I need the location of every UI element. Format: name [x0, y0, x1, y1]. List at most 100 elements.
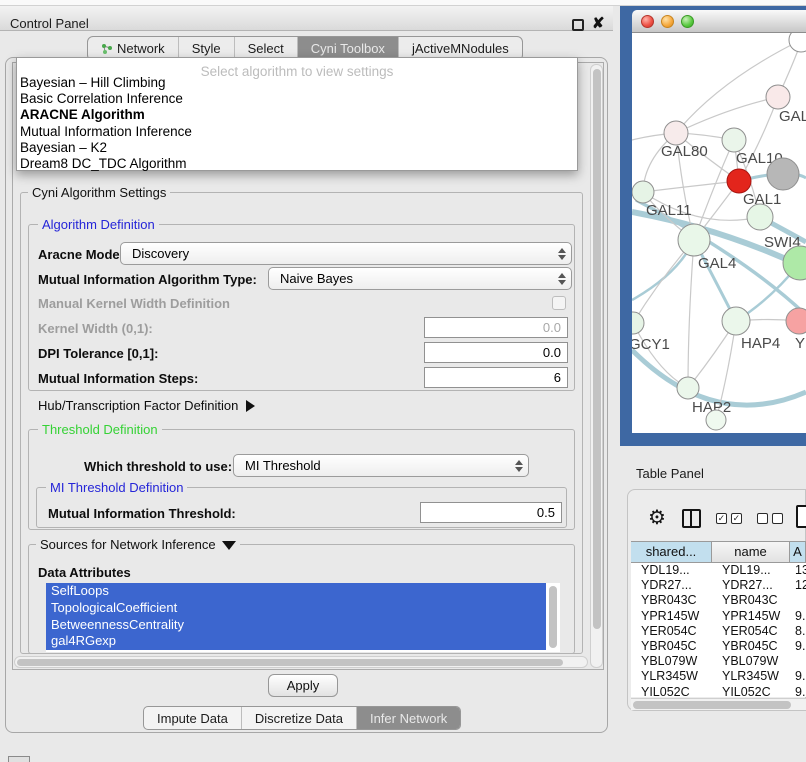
table-row[interactable]: YBL079WYBL079W: [631, 654, 806, 669]
expanded-arrow-icon: [222, 541, 236, 550]
network-edge: [688, 240, 694, 388]
horizontal-scrollbar[interactable]: [14, 656, 588, 668]
network-node[interactable]: [789, 33, 806, 52]
columns-icon[interactable]: [682, 509, 701, 528]
network-node[interactable]: [706, 410, 726, 430]
network-node-gal80[interactable]: [664, 121, 688, 145]
aracne-mode-value: Discovery: [121, 246, 553, 261]
table-cell: YDR27...: [712, 578, 790, 593]
network-node-hap4[interactable]: [722, 307, 750, 335]
table-cell: 8.: [790, 624, 806, 639]
table-cell: YBL079W: [712, 654, 790, 669]
algorithm-option[interactable]: ARACNE Algorithm: [20, 107, 574, 123]
traffic-green-icon[interactable]: [681, 15, 694, 28]
float-icon[interactable]: [572, 19, 584, 31]
traffic-red-icon[interactable]: [641, 15, 654, 28]
which-threshold-label: Which threshold to use:: [84, 459, 232, 474]
table-cell: YDL19...: [631, 563, 712, 578]
table-rows: YDL19...YDL19...13YDR27...YDR27...12YBR0…: [631, 563, 806, 697]
network-node-y[interactable]: [786, 308, 806, 334]
attribute-item[interactable]: BetweennessCentrality: [46, 617, 546, 634]
corner-button[interactable]: [8, 756, 30, 762]
control-panel-titlebar: Control Panel ✘: [0, 6, 613, 31]
kernel-width-input[interactable]: [424, 317, 568, 338]
tab-impute-data[interactable]: Impute Data: [144, 707, 241, 729]
checked-boxes-icon[interactable]: ✓✓: [716, 513, 742, 524]
column-header[interactable]: shared...: [631, 542, 712, 562]
network-node-gcy1[interactable]: [632, 312, 644, 334]
data-attributes-label: Data Attributes: [38, 565, 131, 580]
table-cell: YIL052C: [631, 685, 712, 698]
table-horizontal-scrollbar[interactable]: [631, 698, 806, 710]
cyni-algorithm-settings-label: Cyni Algorithm Settings: [28, 186, 170, 200]
mi-algorithm-type-select[interactable]: Naive Bayes: [268, 267, 572, 290]
network-node-gal[interactable]: [766, 85, 790, 109]
node-label: HAP4: [741, 335, 780, 352]
vertical-scrollbar-thumb[interactable]: [593, 69, 601, 629]
network-node-swi4[interactable]: [747, 204, 773, 230]
network-node-hap2[interactable]: [677, 377, 699, 399]
algorithm-definition-label: Algorithm Definition: [38, 218, 159, 232]
column-header[interactable]: A: [790, 542, 806, 562]
network-graph: GALGAL80GAL10GAL1GAL11SWI4GAL4GCY1HAP4YH…: [632, 33, 806, 433]
algorithm-option[interactable]: Basic Correlation Inference: [20, 91, 574, 107]
dpi-tolerance-input[interactable]: [424, 342, 568, 363]
table-row[interactable]: YBR043CYBR043C: [631, 593, 806, 608]
vertical-scrollbar[interactable]: [590, 64, 603, 668]
attributes-scrollbar-thumb[interactable]: [549, 586, 557, 648]
table-scrollbar-thumb[interactable]: [633, 701, 791, 709]
column-header[interactable]: name: [712, 542, 790, 562]
network-node-gal11[interactable]: [632, 181, 654, 203]
cyni-bottom-tabs: Impute DataDiscretize DataInfer Network: [143, 706, 461, 730]
mi-steps-label: Mutual Information Steps:: [38, 371, 198, 386]
table-row[interactable]: YBR045CYBR045C9.: [631, 639, 806, 654]
network-node[interactable]: [767, 158, 799, 190]
mi-steps-input[interactable]: [424, 367, 568, 388]
network-node[interactable]: [783, 246, 806, 280]
close-icon[interactable]: ✘: [592, 14, 605, 32]
table-row[interactable]: YLR345WYLR345W9.: [631, 669, 806, 684]
table-row[interactable]: YDL19...YDL19...13: [631, 563, 806, 578]
algorithm-option[interactable]: Dream8 DC_TDC Algorithm: [20, 156, 574, 172]
network-node-gal10[interactable]: [722, 128, 746, 152]
table-cell: 9.: [790, 639, 806, 654]
network-icon: [101, 43, 113, 55]
aracne-mode-select[interactable]: Discovery: [120, 242, 572, 265]
traffic-yellow-icon[interactable]: [661, 15, 674, 28]
table-row[interactable]: YIL052CYIL052C9.: [631, 685, 806, 698]
tab-infer-network[interactable]: Infer Network: [356, 707, 460, 729]
table-cell: YBR045C: [712, 639, 790, 654]
attribute-item[interactable]: SelfLoops: [46, 583, 546, 600]
manual-kernel-width-label: Manual Kernel Width Definition: [38, 296, 230, 311]
mi-threshold-input[interactable]: [420, 502, 562, 523]
algorithm-option[interactable]: Bayesian – K2: [20, 140, 574, 156]
algorithm-option[interactable]: Bayesian – Hill Climbing: [20, 75, 574, 91]
data-attributes-list[interactable]: SelfLoopsTopologicalCoefficientBetweenne…: [46, 583, 560, 652]
table-cell: YBR045C: [631, 639, 712, 654]
table-cell: 13: [790, 563, 806, 578]
spinner-arrows-icon: [510, 460, 528, 472]
attribute-item[interactable]: TopologicalCoefficient: [46, 600, 546, 617]
unchecked-boxes-icon[interactable]: [757, 513, 783, 524]
network-node-gal4[interactable]: [678, 224, 710, 256]
apply-button[interactable]: Apply: [268, 674, 338, 697]
algorithm-list: Bayesian – Hill ClimbingBasic Correlatio…: [20, 75, 574, 172]
sources-group-label[interactable]: Sources for Network Inference: [36, 538, 240, 552]
table-row[interactable]: YPR145WYPR145W9.: [631, 609, 806, 624]
hub-definition-toggle[interactable]: Hub/Transcription Factor Definition: [38, 398, 255, 413]
hub-definition-label: Hub/Transcription Factor Definition: [38, 398, 238, 413]
node-label: GAL4: [698, 255, 736, 272]
tab-discretize-data[interactable]: Discretize Data: [241, 707, 356, 729]
attribute-item[interactable]: gal4RGexp: [46, 633, 546, 650]
table-row[interactable]: YDR27...YDR27...12: [631, 578, 806, 593]
which-threshold-select[interactable]: MI Threshold: [233, 454, 529, 477]
network-canvas[interactable]: GALGAL80GAL10GAL1GAL11SWI4GAL4GCY1HAP4YH…: [632, 33, 806, 433]
manual-kernel-checkbox[interactable]: [552, 296, 566, 310]
network-node-gal1[interactable]: [727, 169, 751, 193]
algorithm-option[interactable]: Mutual Information Inference: [20, 124, 574, 140]
table-cell: YBR043C: [712, 593, 790, 608]
horizontal-scrollbar-thumb[interactable]: [17, 659, 563, 666]
table-cell: YBR043C: [631, 593, 712, 608]
table-row[interactable]: YER054CYER054C8.: [631, 624, 806, 639]
gear-icon[interactable]: ⚙: [648, 506, 666, 530]
